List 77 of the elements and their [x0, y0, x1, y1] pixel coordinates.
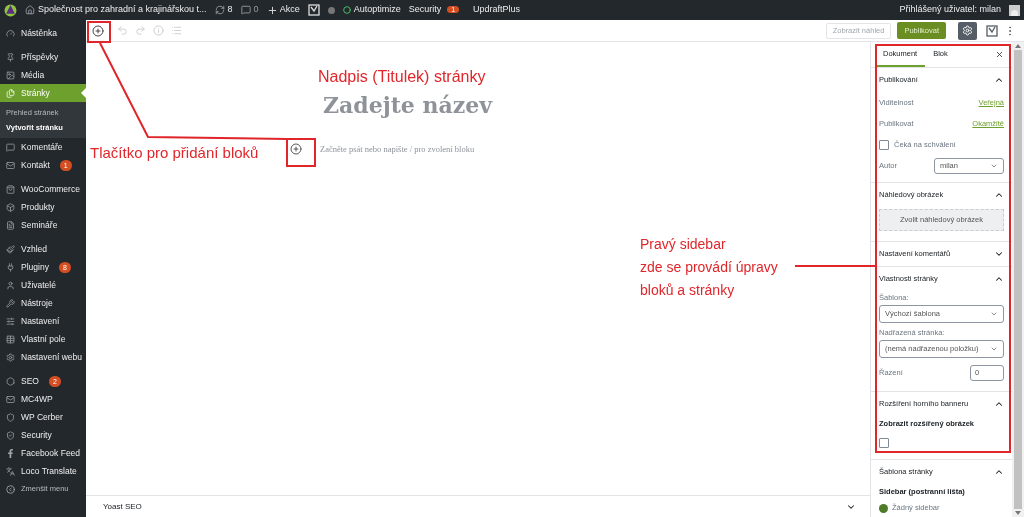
home-icon[interactable] [25, 5, 35, 15]
menu-item[interactable]: Vlastní pole [0, 330, 86, 348]
annotation-label: Tlačítko pro přidání bloků [90, 143, 259, 163]
chevron-down-icon [990, 310, 998, 318]
hexagon-icon [6, 376, 15, 386]
circle-icon [342, 6, 351, 14]
menu-item[interactable]: WooCommerce [0, 180, 86, 198]
user-link[interactable]: Přihlášený uživatel: milan [899, 3, 1001, 17]
menu-item[interactable]: Média [0, 66, 86, 84]
avatar-icon[interactable] [1009, 4, 1020, 16]
menu-item[interactable]: Nástroje [0, 294, 86, 312]
translate-icon [6, 466, 15, 476]
radio-button[interactable] [879, 503, 888, 513]
chevron-down-icon [990, 345, 998, 353]
menu-item[interactable]: Loco Translate [0, 462, 86, 480]
envelope-icon [6, 160, 15, 170]
menu-item[interactable]: MC4WP [0, 390, 86, 408]
scroll-up-icon[interactable] [1015, 44, 1021, 48]
checkbox[interactable] [879, 437, 889, 448]
menu-item[interactable]: Nastavení [0, 312, 86, 330]
menu-item[interactable]: Příspěvky [0, 48, 86, 66]
menu-item[interactable]: Uživatelé [0, 276, 86, 294]
menu-item[interactable]: Nastavení webu [0, 348, 86, 366]
settings-button[interactable] [958, 21, 977, 40]
plus-icon[interactable] [266, 4, 278, 16]
media-icon [6, 70, 15, 80]
checkbox[interactable] [879, 139, 889, 150]
add-block-icon[interactable] [290, 143, 302, 156]
facebook-icon [6, 448, 15, 458]
meta-box-panel[interactable]: Yoast SEO [86, 495, 870, 517]
comment-icon[interactable] [240, 5, 251, 15]
logo-icon [307, 4, 320, 16]
new-link[interactable]: Akce [279, 3, 300, 17]
box-icon [6, 202, 15, 212]
menu-item[interactable]: Vzhled [0, 240, 86, 258]
annotation-label: Nadpis (Titulek) stránky [318, 67, 486, 87]
security-link[interactable]: Security [408, 3, 442, 17]
site-title-link[interactable]: Společnost pro zahradní a krajinářskou t... [38, 3, 207, 17]
wrench-icon [6, 298, 15, 308]
scroll-down-icon[interactable] [1015, 511, 1021, 515]
dashboard-icon [6, 28, 15, 38]
refresh-icon[interactable] [214, 5, 225, 15]
menu-item[interactable]: Nástěnka [0, 24, 86, 42]
brush-icon [6, 244, 15, 254]
collapse-icon [6, 484, 15, 494]
menu-item[interactable]: Facebook Feed [0, 444, 86, 462]
site-logo-icon[interactable] [4, 3, 17, 17]
bag-icon [6, 184, 15, 194]
shield-icon [6, 430, 15, 440]
gear-icon [962, 25, 973, 36]
menu-item[interactable]: Produkty [0, 198, 86, 216]
menu-item[interactable]: Komentáře [0, 138, 86, 156]
autoptimize-link[interactable]: Autoptimize [353, 3, 401, 17]
envelope-icon [6, 394, 15, 404]
table-icon [6, 334, 15, 344]
pin-icon [6, 52, 15, 62]
gear-icon [6, 352, 15, 362]
menu-item[interactable]: WP Cerber [0, 408, 86, 426]
shield-icon [6, 412, 15, 422]
menu-item[interactable]: Semináře [0, 216, 86, 234]
scrollbar[interactable] [1012, 42, 1024, 517]
add-block-icon[interactable] [92, 24, 104, 37]
annotation-label: Pravý sidebar zde se provádí úpravy bloků a stránky [640, 235, 778, 300]
document-icon [6, 220, 15, 230]
updates-count[interactable]: 8 [227, 3, 233, 17]
menu-item[interactable]: Security [0, 426, 86, 444]
comments-count[interactable]: 0 [253, 3, 259, 17]
sliders-icon [6, 316, 15, 326]
highlight-frame [286, 138, 316, 167]
pages-icon [6, 88, 15, 98]
logo-icon [986, 24, 998, 37]
highlight-frame [87, 21, 111, 43]
updraft-link[interactable]: UpdraftPlus [473, 3, 521, 17]
close-icon[interactable] [995, 50, 1004, 59]
user-icon [6, 280, 15, 290]
comment-icon [6, 142, 15, 152]
plug-icon [6, 262, 15, 272]
